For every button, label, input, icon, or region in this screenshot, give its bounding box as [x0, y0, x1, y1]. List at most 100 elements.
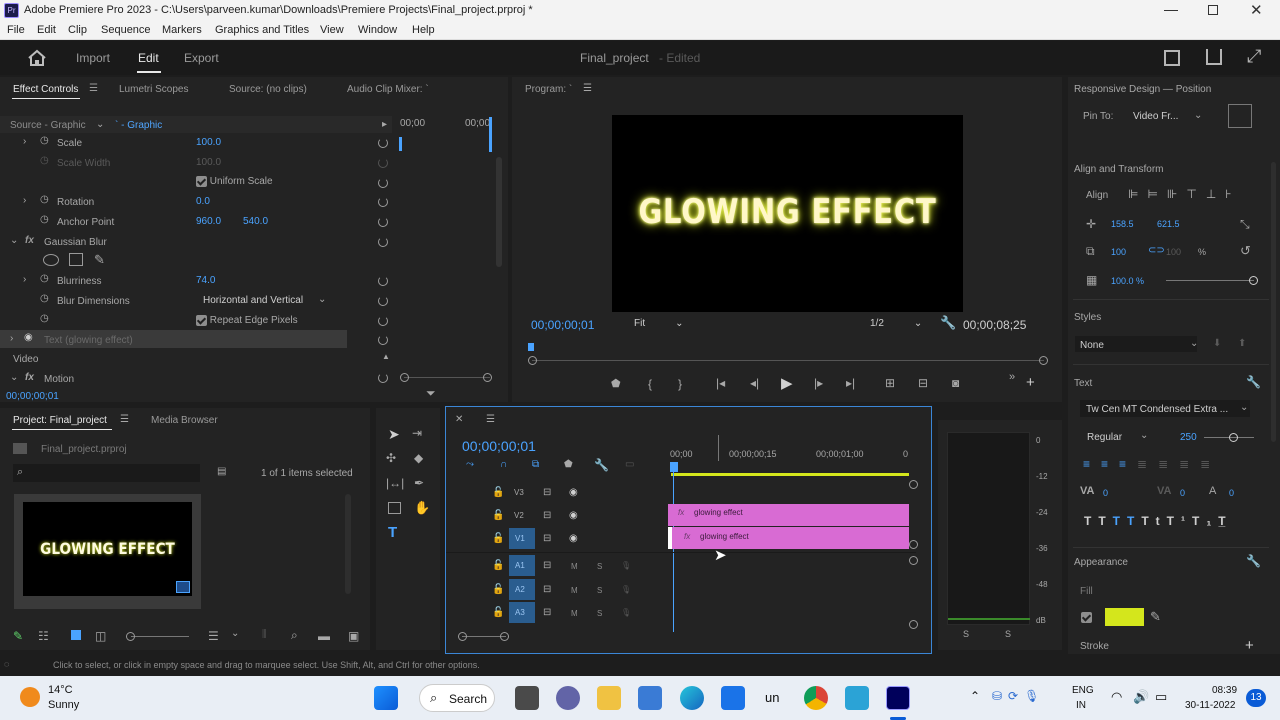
tray-chevron-icon[interactable]: ⌃ — [970, 689, 980, 703]
stopwatch-icon[interactable]: ◷ — [40, 194, 49, 205]
voiceover-mic-icon[interactable]: 🎙 — [621, 608, 631, 617]
program-monitor-title[interactable]: Program: ` — [525, 84, 572, 95]
workspace-tab-export[interactable]: Export — [184, 51, 219, 65]
repeat-edge-checkbox[interactable]: Repeat Edge Pixels — [196, 315, 298, 326]
panel-menu-icon[interactable]: ☰ — [120, 414, 129, 425]
timeline-playhead-head[interactable] — [670, 462, 678, 472]
workspace-tab-import[interactable]: Import — [76, 51, 110, 65]
zoom-handle-right[interactable] — [483, 373, 492, 382]
menu-clip[interactable]: Clip — [68, 24, 87, 36]
go-to-out-icon[interactable]: ▸| — [846, 376, 855, 390]
ripple-edit-tool-icon[interactable]: ✣ — [386, 451, 396, 465]
scrub-handle-right[interactable] — [1039, 356, 1048, 365]
file-explorer-icon[interactable] — [597, 686, 621, 710]
text-align-buttons-icons[interactable]: ≡≡≡≣≣≣≣ — [1083, 457, 1221, 471]
opacity-value[interactable]: 100.0 % — [1111, 276, 1144, 286]
scrub-handle-left[interactable] — [528, 356, 537, 365]
panel-menu-icon[interactable]: ☰ — [486, 414, 495, 425]
reset-icon[interactable] — [378, 316, 388, 326]
menu-markers[interactable]: Markers — [162, 24, 202, 36]
rotation-icon[interactable]: ↺ — [1240, 243, 1251, 259]
prop-value-anchor-y[interactable]: 540.0 — [243, 216, 268, 227]
reset-icon[interactable] — [378, 217, 388, 227]
windows-start-icon[interactable] — [374, 686, 398, 710]
solo-button[interactable]: S — [597, 586, 602, 595]
chevron-down-icon[interactable]: ⌄ — [318, 294, 326, 305]
reset-icon[interactable] — [378, 276, 388, 286]
play-icon[interactable]: ▶ — [781, 374, 793, 392]
weather-icon[interactable] — [20, 687, 40, 707]
wrench-icon[interactable]: 🔧 — [1246, 554, 1261, 568]
language-eng[interactable]: ENG — [1072, 685, 1094, 696]
tab-effect-controls[interactable]: Effect Controls — [13, 84, 78, 95]
stopwatch-icon[interactable]: ◷ — [40, 135, 49, 146]
reset-icon[interactable] — [378, 296, 388, 306]
zoom-handle-left[interactable] — [400, 373, 409, 382]
quick-export-icon[interactable] — [1164, 50, 1180, 66]
mail-icon[interactable] — [721, 686, 745, 710]
collapse-chevron-icon[interactable]: ⌄ — [10, 372, 18, 383]
timeline-timecode[interactable]: 00;00;00;01 — [462, 438, 536, 454]
align-buttons-icons[interactable]: ⊫⊨⊪⊤⊥⊦ — [1128, 187, 1241, 201]
opacity-slider-handle[interactable] — [1249, 276, 1258, 285]
sync-lock-icon[interactable]: ⊟ — [543, 533, 551, 544]
close-button[interactable]: ✕ — [1250, 1, 1263, 19]
rectangle-tool-icon[interactable] — [388, 502, 401, 514]
uniform-scale-checkbox[interactable]: Uniform Scale — [196, 176, 273, 187]
stopwatch-icon[interactable]: ◷ — [40, 313, 49, 324]
stopwatch-icon[interactable]: ◷ — [40, 273, 49, 284]
task-view-icon[interactable] — [515, 686, 539, 710]
mark-out-icon[interactable]: } — [678, 377, 682, 391]
panel-scrollbar[interactable] — [1271, 162, 1276, 442]
position-x-value[interactable]: 158.5 — [1111, 219, 1134, 229]
menu-graphics[interactable]: Graphics and Titles — [215, 24, 309, 36]
fill-checkbox[interactable] — [1081, 612, 1092, 623]
track-label-v1[interactable]: V1 — [515, 534, 525, 543]
chevron-down-icon[interactable]: ⌄ — [1240, 402, 1248, 413]
close-tab-icon[interactable]: ✕ — [455, 414, 463, 425]
faux-style-buttons-icons[interactable]: TTTTTtT¹T₁T̲ — [1084, 514, 1233, 528]
zoom-slider-handle[interactable] — [126, 632, 135, 641]
lock-icon[interactable]: 🔓 — [492, 607, 504, 618]
chevron-down-icon[interactable]: ⌄ — [1194, 110, 1202, 121]
eye-icon[interactable]: ◉ — [24, 332, 33, 343]
track-label-v2[interactable]: V2 — [514, 511, 524, 520]
wifi-icon[interactable]: ◠ — [1111, 689, 1122, 705]
minimize-button[interactable] — [1164, 4, 1178, 16]
scale-width-value[interactable]: 100 — [1111, 247, 1126, 257]
razor-tool-icon[interactable]: ◆ — [414, 451, 423, 465]
chevron-down-icon[interactable]: ⌄ — [1190, 338, 1198, 349]
workspace-tab-edit[interactable]: Edit — [138, 51, 159, 65]
language-in[interactable]: IN — [1076, 700, 1086, 711]
stopwatch-icon[interactable]: ◷ — [40, 293, 49, 304]
link-icon[interactable]: ⊂⊃ — [1148, 245, 1165, 256]
kerning-value[interactable]: 0 — [1180, 488, 1185, 498]
stopwatch-icon[interactable]: ◷ — [40, 214, 49, 225]
voiceover-mic-icon[interactable]: 🎙 — [621, 561, 631, 570]
vertical-scroll-handle[interactable] — [909, 540, 918, 549]
menu-sequence[interactable]: Sequence — [101, 24, 151, 36]
pen-tool-icon[interactable]: ✒ — [414, 476, 424, 490]
tray-icons[interactable]: ⛁⟳🎙 — [992, 689, 1045, 703]
lift-icon[interactable]: ⊞ — [885, 376, 895, 390]
add-marker-icon[interactable]: ⬟ — [564, 459, 573, 470]
ellipse-mask-icon[interactable] — [43, 254, 59, 266]
program-playhead[interactable] — [528, 343, 534, 351]
mini-playhead[interactable] — [489, 117, 492, 152]
menu-window[interactable]: Window — [358, 24, 397, 36]
voiceover-mic-icon[interactable]: 🎙 — [621, 585, 631, 594]
project-clip-thumbnail[interactable]: GLOWING EFFECT — [14, 494, 201, 609]
export-frame-icon[interactable]: ◙ — [952, 376, 959, 390]
lock-icon[interactable]: 🔓 — [492, 487, 504, 498]
project-search-input[interactable] — [13, 464, 200, 482]
track-select-tool-icon[interactable]: ⇥ — [412, 426, 422, 440]
lock-icon[interactable]: 🔓 — [492, 510, 504, 521]
reset-icon[interactable] — [378, 158, 388, 168]
eyedropper-icon[interactable]: ✎ — [1150, 609, 1161, 625]
sort-icon[interactable]: ☰ — [208, 629, 219, 643]
mark-in-icon[interactable]: { — [648, 377, 652, 391]
menu-help[interactable]: Help — [412, 24, 435, 36]
vertical-scroll-handle[interactable] — [909, 556, 918, 565]
add-marker-icon[interactable]: ⬟ — [611, 377, 621, 390]
lock-icon[interactable]: 🔓 — [492, 584, 504, 595]
